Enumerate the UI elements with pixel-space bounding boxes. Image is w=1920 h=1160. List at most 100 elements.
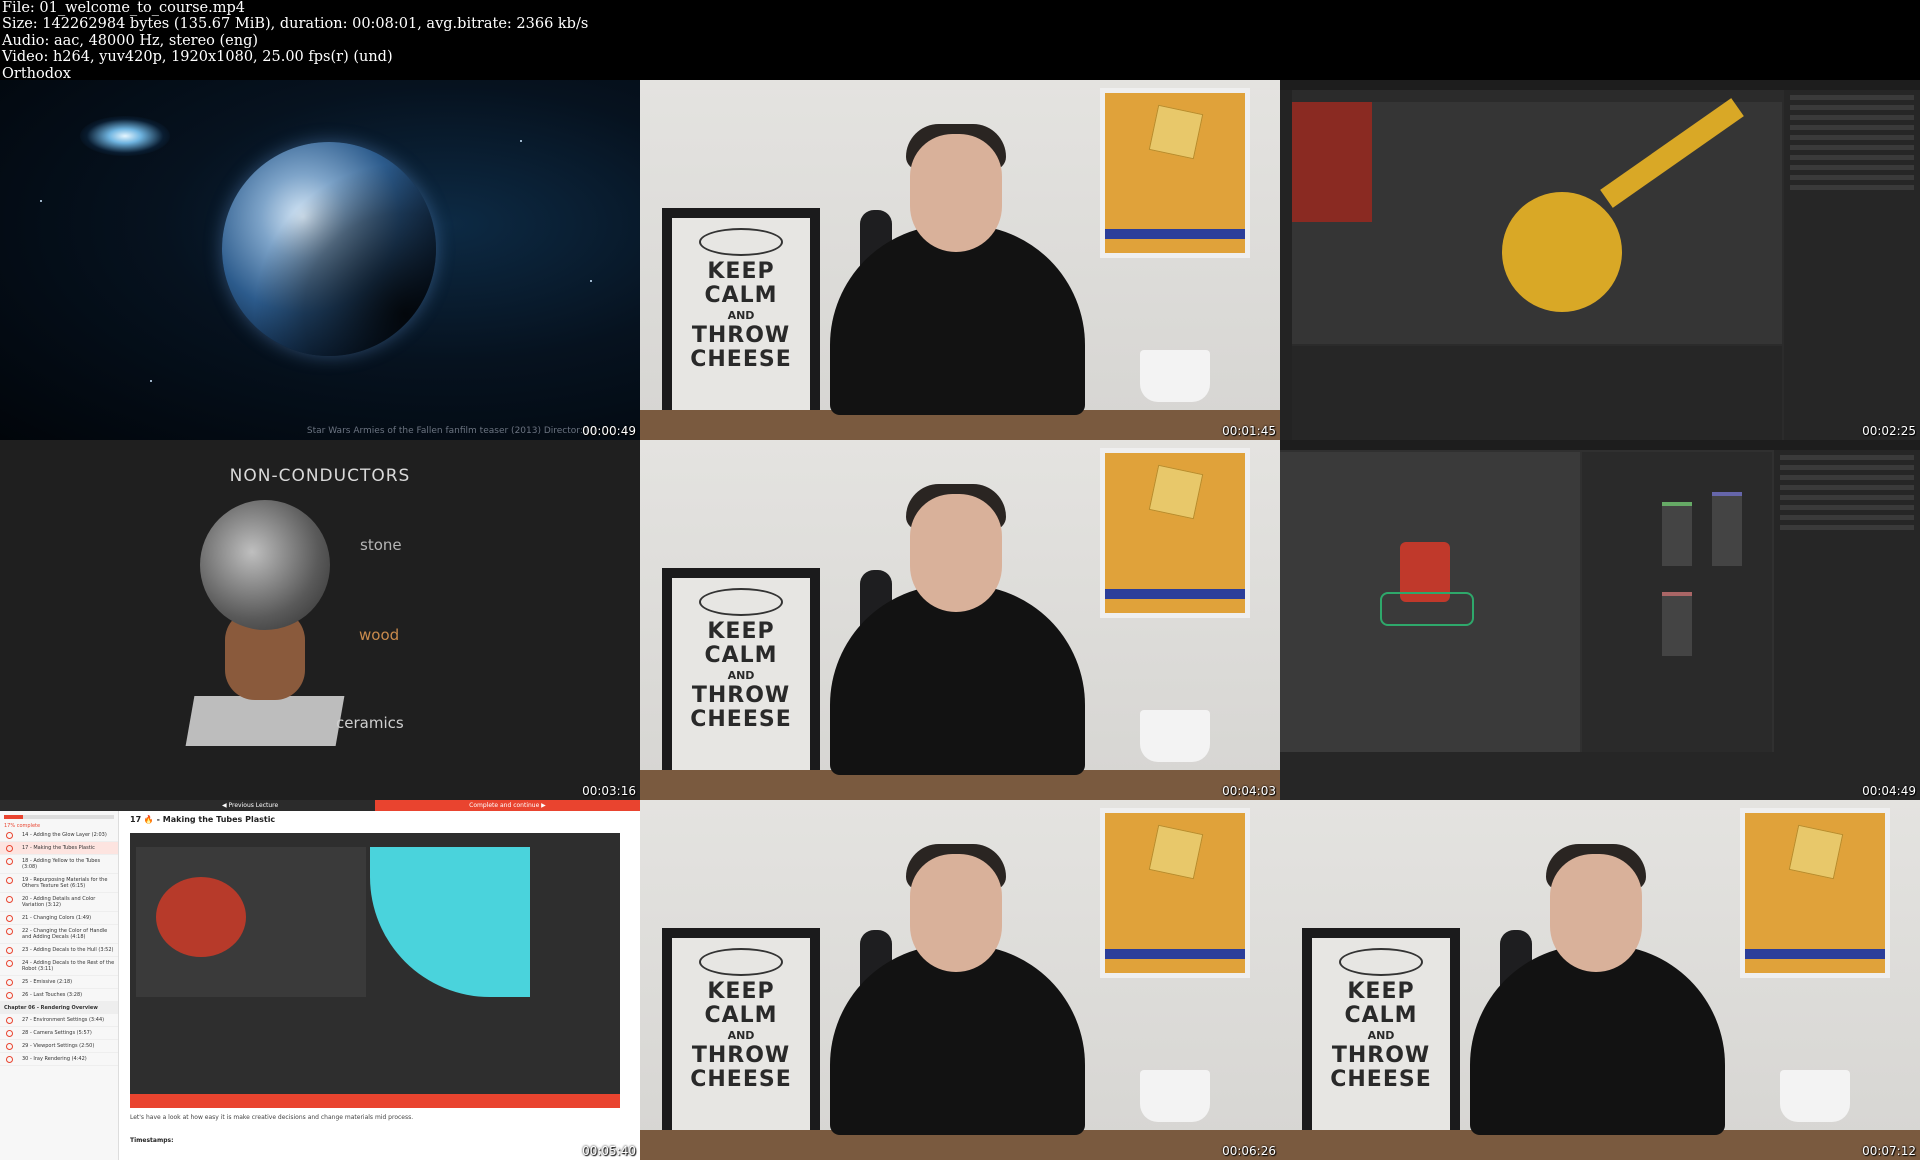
thumbnail-blender: 00:04:49 (1280, 440, 1920, 800)
lecture-item[interactable]: 20 - Adding Details and Color Variation … (0, 893, 118, 912)
label-ceramics: ceramics (336, 714, 404, 732)
poster-throw: THROW (691, 323, 791, 348)
lecture-item[interactable]: 28 - Camera Settings (5:57) (0, 1027, 118, 1040)
thumbnail-presenter: KEEP CALM AND THROW CHEESE 00:04:03 (640, 440, 1280, 800)
timestamp: 00:00:49 (582, 424, 636, 438)
lecture-item[interactable]: 21 - Changing Colors (1:49) (0, 912, 118, 925)
lecture-item[interactable]: 23 - Adding Decals to the Hull (3:52) (0, 944, 118, 957)
star (40, 200, 42, 202)
poster-cheese: CHEESE (690, 347, 792, 372)
video-player[interactable] (130, 833, 620, 1108)
lecture-item[interactable]: 25 - Emissive (2:18) (0, 976, 118, 989)
properties-panel (1774, 450, 1920, 800)
poster-and: AND (727, 1029, 755, 1042)
ufo-icon (699, 948, 783, 976)
player-controls[interactable] (130, 1094, 620, 1108)
poster-throw: THROW (691, 1043, 791, 1068)
poster-and: AND (727, 669, 755, 682)
properties-panel (1784, 90, 1920, 440)
ufo-icon (699, 588, 783, 616)
green-claw (1380, 592, 1474, 626)
film-credit: Star Wars Armies of the Fallen fanfilm t… (306, 426, 596, 436)
previous-lecture-button[interactable]: ◀ Previous Lecture (222, 802, 278, 809)
thumbnail-course-page: ◀ Previous Lecture Complete and continue… (0, 800, 640, 1160)
lecture-item[interactable]: 22 - Changing the Color of Handle and Ad… (0, 925, 118, 944)
ufo-icon (1339, 948, 1423, 976)
thumbnail-presenter: KEEP CALM AND THROW CHEESE 00:01:45 (640, 80, 1280, 440)
thumbnail-space-scene: Star Wars Armies of the Fallen fanfilm t… (0, 80, 640, 440)
course-nav-bar: ◀ Previous Lecture Complete and continue… (0, 800, 640, 811)
lecture-item[interactable]: 14 - Adding the Glow Layer (2:03) (0, 829, 118, 842)
poster-calm: CALM (1344, 1003, 1418, 1028)
stone-head (200, 500, 330, 630)
lecture-item[interactable]: 24 - Adding Decals to the Rest of the Ro… (0, 957, 118, 976)
lecture-item[interactable]: 18 - Adding Yellow to the Tubes (3:08) (0, 855, 118, 874)
star (150, 380, 152, 382)
poster-keep: KEEP (707, 259, 775, 284)
lecture-description: Let's have a look at how easy it is make… (130, 1114, 414, 1121)
course-sidebar: 17% complete 14 - Adding the Glow Layer … (0, 811, 119, 1160)
lecture-item[interactable]: 19 - Repurposing Materials for the Other… (0, 874, 118, 893)
lecture-item[interactable]: 29 - Viewport Settings (2:50) (0, 1040, 118, 1053)
size-line: Size: 142262984 bytes (135.67 MiB), dura… (2, 16, 589, 33)
node (1662, 502, 1692, 566)
poster-and: AND (727, 309, 755, 322)
poster-calm: CALM (704, 643, 778, 668)
keep-calm-frame: KEEP CALM AND THROW CHEESE (662, 928, 820, 1143)
timestamp: 00:05:40 (582, 1144, 636, 1158)
poster-cheese: CHEESE (690, 1067, 792, 1092)
node (1662, 592, 1692, 656)
complete-continue-button[interactable]: Complete and continue ▶ (375, 800, 640, 811)
keep-calm-frame: KEEP CALM AND THROW CHEESE (662, 568, 820, 783)
timestamps-label: Timestamps: (130, 1137, 174, 1144)
timestamp: 00:01:45 (1222, 424, 1276, 438)
thumbnail-non-conductors: NON-CONDUCTORS stone wood ceramics 00:03… (0, 440, 640, 800)
slide-title: NON-CONDUCTORS (229, 466, 411, 486)
lecture-item[interactable]: 27 - Environment Settings (3:44) (0, 1014, 118, 1027)
player-zoom-view (370, 847, 530, 997)
pedestal (185, 696, 345, 746)
mug (1140, 1070, 1210, 1122)
wall-poster (1100, 448, 1250, 618)
audio-line: Audio: aac, 48000 Hz, stereo (eng) (2, 32, 259, 49)
planet (222, 142, 436, 356)
lecture-item[interactable]: 30 - Iray Rendering (4:42) (0, 1053, 118, 1066)
claw-arm (1600, 98, 1744, 208)
presenter-head (910, 494, 1002, 612)
layers-panel (1292, 346, 1782, 440)
lecture-item[interactable]: 26 - Last Touches (3:28) (0, 989, 118, 1002)
timestamp: 00:02:25 (1862, 424, 1916, 438)
thumbnail-substance-painter: 00:02:25 (1280, 80, 1920, 440)
video-line: Video: h264, yuv420p, 1920x1080, 25.00 f… (2, 49, 393, 66)
timestamp: 00:04:49 (1862, 784, 1916, 798)
red-hull (1292, 102, 1372, 222)
chapter-heading: Chapter 06 - Rendering Overview (0, 1002, 118, 1014)
thumbnail-presenter: KEEP CALM AND THROW CHEESE 00:06:26 (640, 800, 1280, 1160)
file-line: File: 01_welcome_to_course.mp4 (2, 0, 245, 16)
ufo-icon (699, 228, 783, 256)
poster-keep: KEEP (707, 619, 775, 644)
poster-cheese: CHEESE (1330, 1067, 1432, 1092)
node (1712, 492, 1742, 566)
label-stone: stone (360, 536, 402, 554)
node-editor (1582, 452, 1772, 752)
player-viewport (136, 847, 366, 997)
thumbnail-presenter: KEEP CALM AND THROW CHEESE 00:07:12 (1280, 800, 1920, 1160)
poster-keep: KEEP (707, 979, 775, 1004)
poster-throw: THROW (1331, 1043, 1431, 1068)
wall-poster (1100, 808, 1250, 978)
menu-bar (1280, 80, 1920, 90)
keep-calm-frame: KEEP CALM AND THROW CHEESE (662, 208, 820, 423)
star (590, 280, 592, 282)
wall-poster (1740, 808, 1890, 978)
star (520, 140, 522, 142)
presenter-head (910, 134, 1002, 252)
lecture-item-active[interactable]: 17 - Making the Tubes Plastic (0, 842, 118, 855)
mug (1780, 1070, 1850, 1122)
thumbnail-grid: Star Wars Armies of the Fallen fanfilm t… (0, 80, 1920, 1160)
mug (1140, 710, 1210, 762)
keep-calm-frame: KEEP CALM AND THROW CHEESE (1302, 928, 1460, 1143)
timestamp: 00:06:26 (1222, 1144, 1276, 1158)
timeline (1280, 752, 1774, 800)
label-wood: wood (359, 626, 400, 644)
